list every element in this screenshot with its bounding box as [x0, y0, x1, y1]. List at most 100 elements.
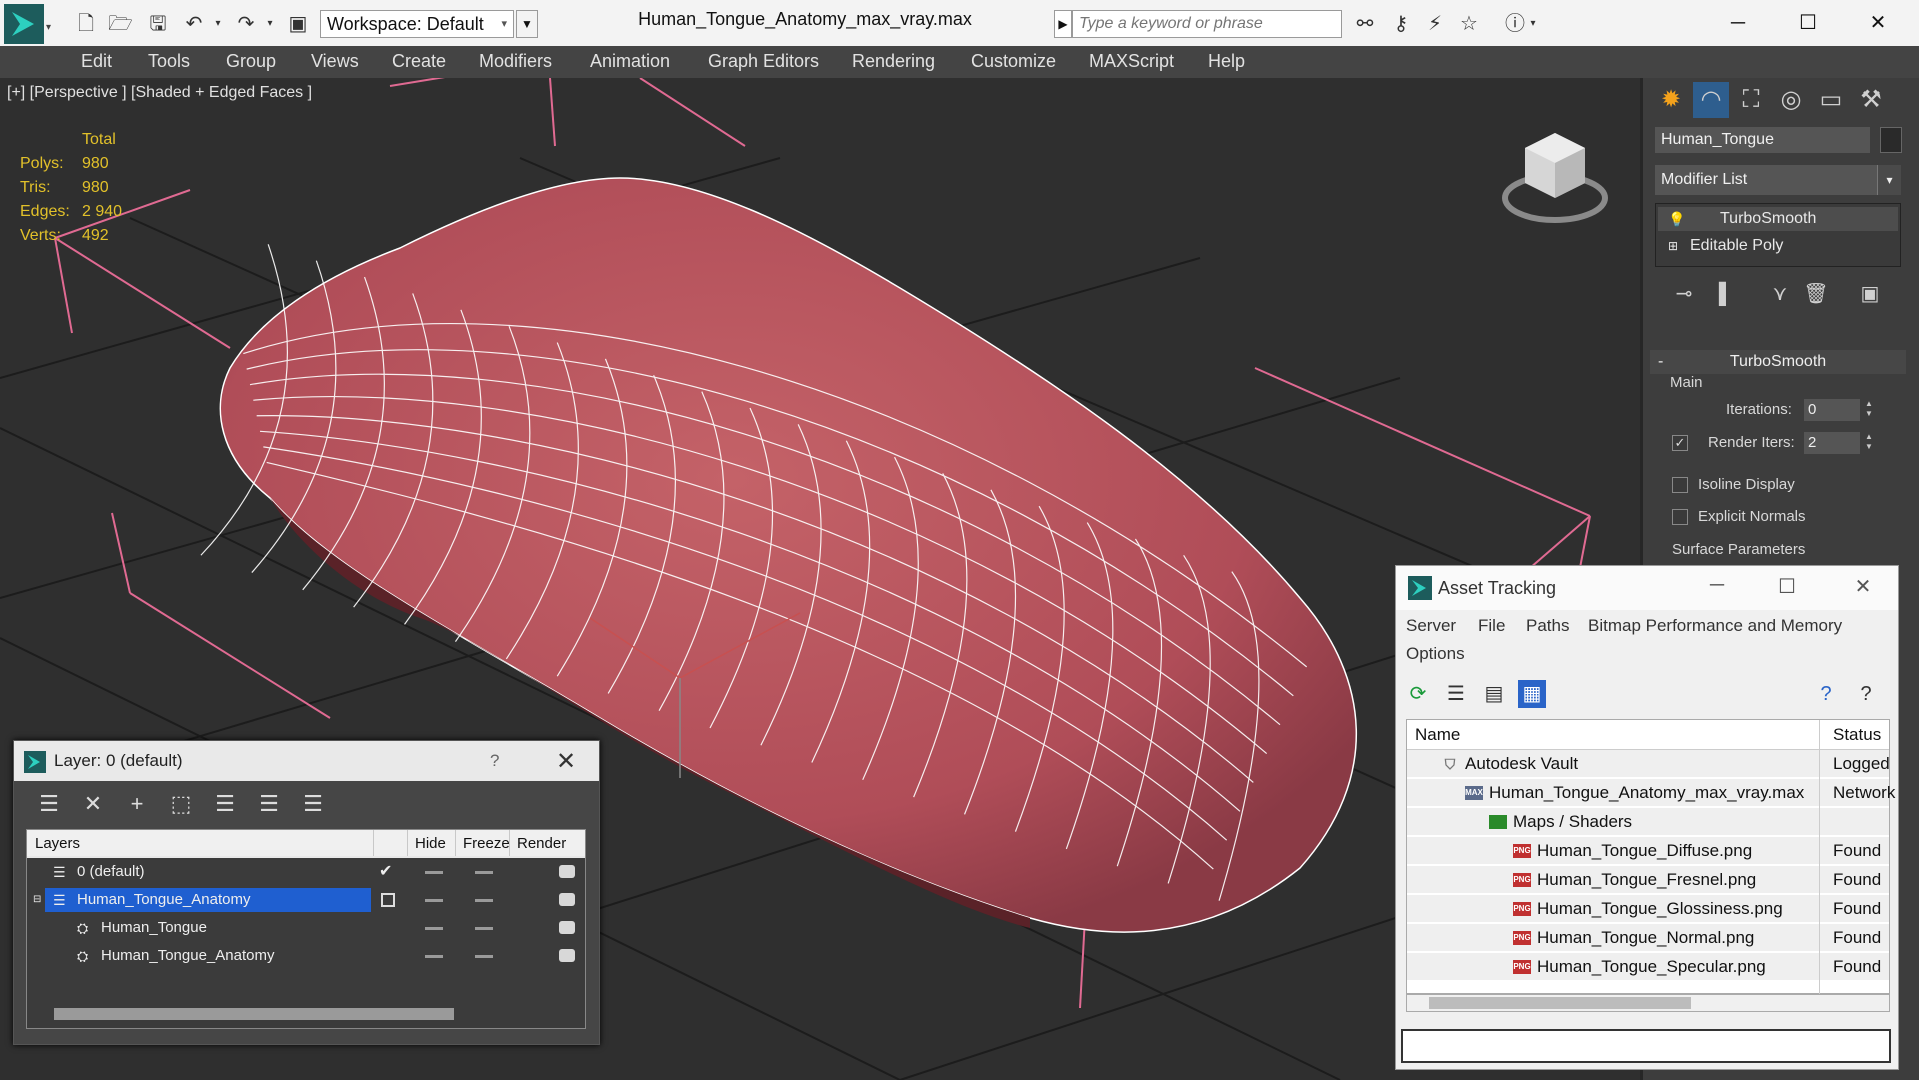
render-iters-checkbox[interactable]: ✓ [1672, 435, 1688, 451]
asset-row[interactable]: PNG Human_Tongue_Fresnel.png Found [1407, 866, 1889, 894]
maximize-icon[interactable]: ☐ [1772, 574, 1802, 599]
save-icon[interactable]: 🖫 [146, 12, 170, 36]
menu-graph-editors[interactable]: Graph Editors [708, 51, 819, 72]
menu-animation[interactable]: Animation [590, 51, 670, 72]
communication-icon[interactable]: ⚡ [1420, 12, 1450, 36]
column-hide[interactable]: Hide [415, 835, 446, 852]
help-button[interactable]: ? [490, 751, 499, 771]
minimize-icon[interactable]: ─ [1702, 574, 1732, 597]
render-icon[interactable] [559, 865, 575, 878]
help-icon[interactable]: ? [1812, 680, 1840, 708]
column-layers[interactable]: Layers [35, 835, 80, 852]
close-button[interactable]: ✕ [1850, 6, 1906, 40]
object-name-field[interactable]: Human_Tongue [1655, 127, 1870, 153]
menu-group[interactable]: Group [226, 51, 276, 72]
horizontal-scrollbar[interactable] [54, 1008, 454, 1020]
highlight-layer-icon[interactable]: ☰ [210, 789, 240, 819]
utilities-tab-icon[interactable]: ⚒ [1853, 82, 1889, 118]
menu-file[interactable]: File [1478, 616, 1505, 636]
layer-row[interactable]: ☰ 0 (default) ✔ [27, 858, 585, 886]
column-name[interactable]: Name [1415, 725, 1460, 745]
hierarchy-tab-icon[interactable]: ⛶ [1733, 82, 1769, 118]
menu-bitmap-performance[interactable]: Bitmap Performance and Memory [1588, 616, 1842, 636]
menu-tools[interactable]: Tools [148, 51, 190, 72]
layer-row[interactable]: ⛭ Human_Tongue_Anatomy [27, 942, 585, 970]
workspace-menu-button[interactable]: ▼ [516, 10, 538, 38]
app-logo-icon[interactable]: ▾ [4, 4, 56, 44]
menu-paths[interactable]: Paths [1526, 616, 1569, 636]
render-icon[interactable] [559, 949, 575, 962]
asset-dialog-titlebar[interactable]: Asset Tracking ─ ☐ ✕ [1396, 566, 1898, 610]
modify-tab-icon[interactable]: ◠ [1693, 82, 1729, 118]
isoline-display-checkbox[interactable] [1672, 477, 1688, 493]
refresh-icon[interactable]: ⟳ [1404, 680, 1432, 708]
redo-icon[interactable]: ↷ [234, 12, 258, 36]
stack-item-turbosmooth[interactable]: 💡 TurboSmooth [1658, 207, 1898, 231]
column-freeze[interactable]: Freeze [463, 835, 510, 852]
motion-tab-icon[interactable]: ◎ [1773, 82, 1809, 118]
menu-create[interactable]: Create [392, 51, 446, 72]
thumbnail-view-icon[interactable]: ▤ [1480, 680, 1508, 708]
menu-server[interactable]: Server [1406, 616, 1456, 636]
light-bulb-icon[interactable]: 💡 [1668, 207, 1685, 231]
pin-stack-icon[interactable]: ⊸ [1670, 280, 1698, 308]
menu-views[interactable]: Views [311, 51, 359, 72]
menu-maxscript[interactable]: MAXScript [1089, 51, 1174, 72]
menu-edit[interactable]: Edit [81, 51, 112, 72]
search-input[interactable] [1072, 10, 1342, 38]
layer-dialog-titlebar[interactable]: Layer: 0 (default) ? ✕ [14, 741, 599, 781]
favorites-star-icon[interactable]: ☆ [1454, 12, 1484, 36]
menu-rendering[interactable]: Rendering [852, 51, 935, 72]
binoculars-icon[interactable]: ⚯ [1350, 12, 1380, 36]
horizontal-scrollbar[interactable] [1429, 997, 1691, 1009]
asset-row[interactable]: MAX Human_Tongue_Anatomy_max_vray.max Ne… [1407, 779, 1895, 807]
new-file-icon[interactable]: 🗋 [74, 12, 98, 36]
menu-options[interactable]: Options [1406, 644, 1465, 664]
layer-row[interactable]: ⊟ ☰ Human_Tongue_Anatomy [27, 886, 585, 914]
asset-status-field[interactable] [1401, 1029, 1891, 1063]
iterations-spinner[interactable]: 0 [1804, 399, 1860, 421]
minimize-button[interactable]: ─ [1710, 6, 1766, 40]
search-expand-icon[interactable]: ▶ [1054, 10, 1072, 38]
delete-layer-icon[interactable]: ✕ [78, 789, 108, 819]
close-icon[interactable]: ✕ [1848, 574, 1878, 599]
column-status[interactable]: Status [1833, 725, 1881, 745]
asset-row[interactable]: PNG Human_Tongue_Glossiness.png Found [1407, 895, 1889, 923]
key-icon[interactable]: ⚷ [1386, 12, 1416, 36]
asset-row[interactable]: PNG Human_Tongue_Normal.png Found [1407, 924, 1889, 952]
expand-plus-icon[interactable]: ⊞ [1668, 234, 1678, 258]
spinner-arrows-icon[interactable]: ▲ ▼ [1862, 399, 1876, 421]
explicit-normals-checkbox[interactable] [1672, 509, 1688, 525]
viewcube-icon[interactable] [1500, 123, 1610, 228]
open-file-icon[interactable]: 🗁 [108, 12, 133, 36]
turbosmooth-rollout-header[interactable]: - TurboSmooth [1650, 350, 1906, 374]
render-icon[interactable] [559, 893, 575, 906]
project-folder-icon[interactable]: ▣ [286, 12, 310, 36]
active-layer-box-icon[interactable] [381, 893, 395, 907]
asset-row[interactable]: Maps / Shaders [1407, 808, 1889, 836]
undo-dropdown-icon[interactable]: ▾ [206, 12, 230, 36]
select-in-layer-icon[interactable]: ⬚ [166, 789, 196, 819]
hide-all-icon[interactable]: ☰ [254, 789, 284, 819]
help-dropdown-icon[interactable]: ▾ [1526, 12, 1540, 36]
spinner-arrows-icon[interactable]: ▲ ▼ [1862, 432, 1876, 454]
collapse-icon[interactable]: ⊟ [33, 886, 41, 914]
workspace-dropdown[interactable]: Workspace: Default ▾ [320, 10, 514, 38]
menu-help[interactable]: Help [1208, 51, 1245, 72]
asset-row[interactable]: PNG Human_Tongue_Diffuse.png Found [1407, 837, 1889, 865]
menu-customize[interactable]: Customize [971, 51, 1056, 72]
menu-modifiers[interactable]: Modifiers [479, 51, 552, 72]
list-view-icon[interactable]: ☰ [1442, 680, 1470, 708]
maximize-button[interactable]: ☐ [1780, 6, 1836, 40]
remove-modifier-icon[interactable]: 🗑 [1802, 280, 1830, 308]
viewport-label[interactable]: [+] [Perspective ] [Shaded + Edged Faces… [7, 84, 312, 102]
stack-item-editable-poly[interactable]: ⊞ Editable Poly [1658, 234, 1898, 258]
render-iters-spinner[interactable]: 2 [1804, 432, 1860, 454]
asset-row[interactable]: PNG Human_Tongue_Specular.png Found [1407, 953, 1889, 981]
table-view-icon[interactable]: ▦ [1518, 680, 1546, 708]
configure-sets-icon[interactable]: ▣ [1856, 280, 1884, 308]
undo-icon[interactable]: ↶ [182, 12, 206, 36]
asset-row[interactable]: ⛉ Autodesk Vault Logged [1407, 750, 1890, 778]
freeze-all-icon[interactable]: ☰ [298, 789, 328, 819]
create-tab-icon[interactable]: ✹ [1653, 82, 1689, 118]
